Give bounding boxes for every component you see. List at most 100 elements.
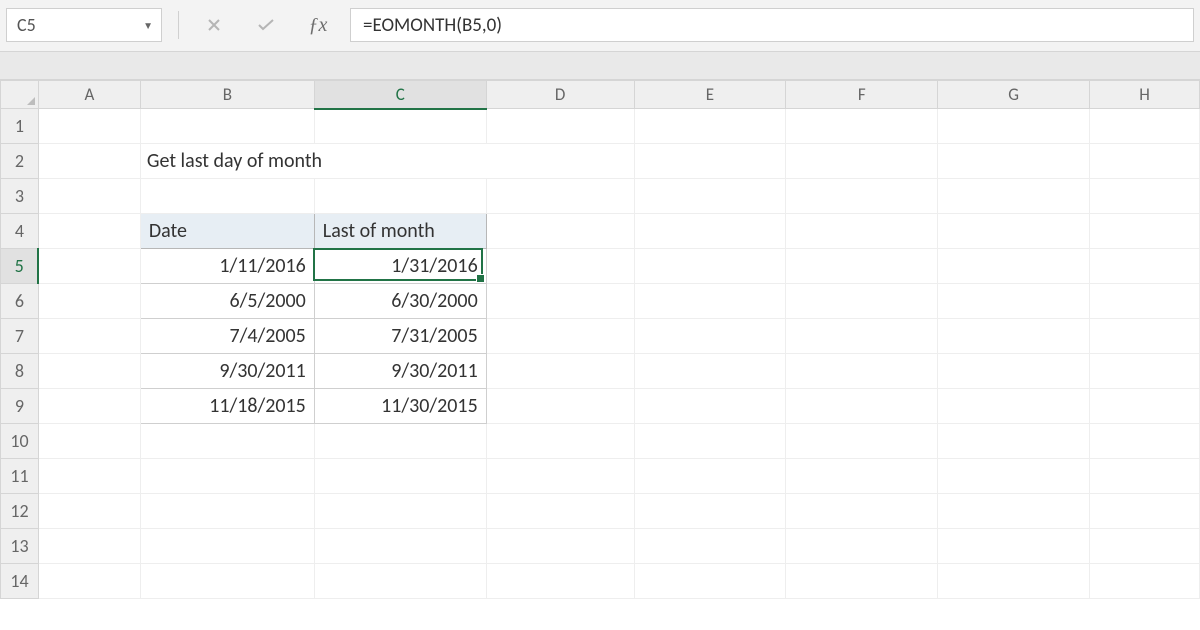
cell-D4[interactable] [486, 214, 634, 249]
cell-F10[interactable] [786, 424, 938, 459]
col-header-D[interactable]: D [486, 81, 634, 109]
cell-E14[interactable] [634, 564, 786, 599]
cell-D14[interactable] [486, 564, 634, 599]
cell-C1[interactable] [314, 109, 486, 144]
page-title[interactable]: Get last day of month [140, 144, 634, 179]
cell-E9[interactable] [634, 389, 786, 424]
cell-A13[interactable] [38, 529, 140, 564]
cell-H4[interactable] [1090, 214, 1200, 249]
col-header-B[interactable]: B [140, 81, 314, 109]
cell-D10[interactable] [486, 424, 634, 459]
cell-F8[interactable] [786, 354, 938, 389]
cell-G9[interactable] [938, 389, 1090, 424]
cell-C11[interactable] [314, 459, 486, 494]
row-header-3[interactable]: 3 [1, 179, 39, 214]
cell-H1[interactable] [1090, 109, 1200, 144]
cell-D9[interactable] [486, 389, 634, 424]
cell-G12[interactable] [938, 494, 1090, 529]
cell-A8[interactable] [38, 354, 140, 389]
cell-F12[interactable] [786, 494, 938, 529]
row-header-5[interactable]: 5 [1, 249, 39, 284]
cell-A12[interactable] [38, 494, 140, 529]
row-header-8[interactable]: 8 [1, 354, 39, 389]
row-header-14[interactable]: 14 [1, 564, 39, 599]
cell-A4[interactable] [38, 214, 140, 249]
cell-F3[interactable] [786, 179, 938, 214]
cell-D5[interactable] [486, 249, 634, 284]
cell-A3[interactable] [38, 179, 140, 214]
cell-H6[interactable] [1090, 284, 1200, 319]
cancel-formula-button[interactable] [194, 8, 234, 42]
cell-G5[interactable] [938, 249, 1090, 284]
cell-E8[interactable] [634, 354, 786, 389]
formula-input-wrap[interactable] [350, 8, 1194, 42]
cell-A1[interactable] [38, 109, 140, 144]
cell-F13[interactable] [786, 529, 938, 564]
cell-C5[interactable]: 1/31/2016 [314, 249, 486, 284]
cell-A7[interactable] [38, 319, 140, 354]
cell-F14[interactable] [786, 564, 938, 599]
cell-A9[interactable] [38, 389, 140, 424]
cell-D6[interactable] [486, 284, 634, 319]
cell-A2[interactable] [38, 144, 140, 179]
col-header-H[interactable]: H [1090, 81, 1200, 109]
cell-C7[interactable]: 7/31/2005 [314, 319, 486, 354]
name-box-dropdown-icon[interactable]: ▼ [143, 19, 153, 32]
name-box[interactable]: C5 ▼ [6, 8, 162, 42]
cell-F2[interactable] [786, 144, 938, 179]
cell-B14[interactable] [140, 564, 314, 599]
enter-formula-button[interactable] [246, 8, 286, 42]
table-header-last[interactable]: Last of month [314, 214, 486, 249]
cell-E1[interactable] [634, 109, 786, 144]
cell-D3[interactable] [486, 179, 634, 214]
cell-D1[interactable] [486, 109, 634, 144]
cell-F5[interactable] [786, 249, 938, 284]
cell-D13[interactable] [486, 529, 634, 564]
cell-D7[interactable] [486, 319, 634, 354]
cell-A5[interactable] [38, 249, 140, 284]
cell-H5[interactable] [1090, 249, 1200, 284]
insert-function-button[interactable]: ƒx [298, 8, 338, 42]
cell-G13[interactable] [938, 529, 1090, 564]
cell-E7[interactable] [634, 319, 786, 354]
cell-C6[interactable]: 6/30/2000 [314, 284, 486, 319]
col-header-A[interactable]: A [38, 81, 140, 109]
cell-B5[interactable]: 1/11/2016 [140, 249, 314, 284]
cell-E5[interactable] [634, 249, 786, 284]
cell-B9[interactable]: 11/18/2015 [140, 389, 314, 424]
cell-H13[interactable] [1090, 529, 1200, 564]
cell-D12[interactable] [486, 494, 634, 529]
cell-E2[interactable] [634, 144, 786, 179]
col-header-F[interactable]: F [786, 81, 938, 109]
cell-H10[interactable] [1090, 424, 1200, 459]
row-header-10[interactable]: 10 [1, 424, 39, 459]
cell-H9[interactable] [1090, 389, 1200, 424]
cell-B10[interactable] [140, 424, 314, 459]
cell-E11[interactable] [634, 459, 786, 494]
row-header-9[interactable]: 9 [1, 389, 39, 424]
cell-C10[interactable] [314, 424, 486, 459]
cell-G2[interactable] [938, 144, 1090, 179]
cell-E6[interactable] [634, 284, 786, 319]
cell-C9[interactable]: 11/30/2015 [314, 389, 486, 424]
cell-B12[interactable] [140, 494, 314, 529]
cell-B11[interactable] [140, 459, 314, 494]
cell-B8[interactable]: 9/30/2011 [140, 354, 314, 389]
cell-A14[interactable] [38, 564, 140, 599]
col-header-C[interactable]: C [314, 81, 486, 109]
cell-G7[interactable] [938, 319, 1090, 354]
cell-H12[interactable] [1090, 494, 1200, 529]
row-header-12[interactable]: 12 [1, 494, 39, 529]
cell-H11[interactable] [1090, 459, 1200, 494]
cell-C12[interactable] [314, 494, 486, 529]
cell-G11[interactable] [938, 459, 1090, 494]
cell-B13[interactable] [140, 529, 314, 564]
cell-A6[interactable] [38, 284, 140, 319]
table-header-date[interactable]: Date [140, 214, 314, 249]
row-header-2[interactable]: 2 [1, 144, 39, 179]
cell-H14[interactable] [1090, 564, 1200, 599]
cell-F6[interactable] [786, 284, 938, 319]
row-header-4[interactable]: 4 [1, 214, 39, 249]
cell-F7[interactable] [786, 319, 938, 354]
cell-H3[interactable] [1090, 179, 1200, 214]
